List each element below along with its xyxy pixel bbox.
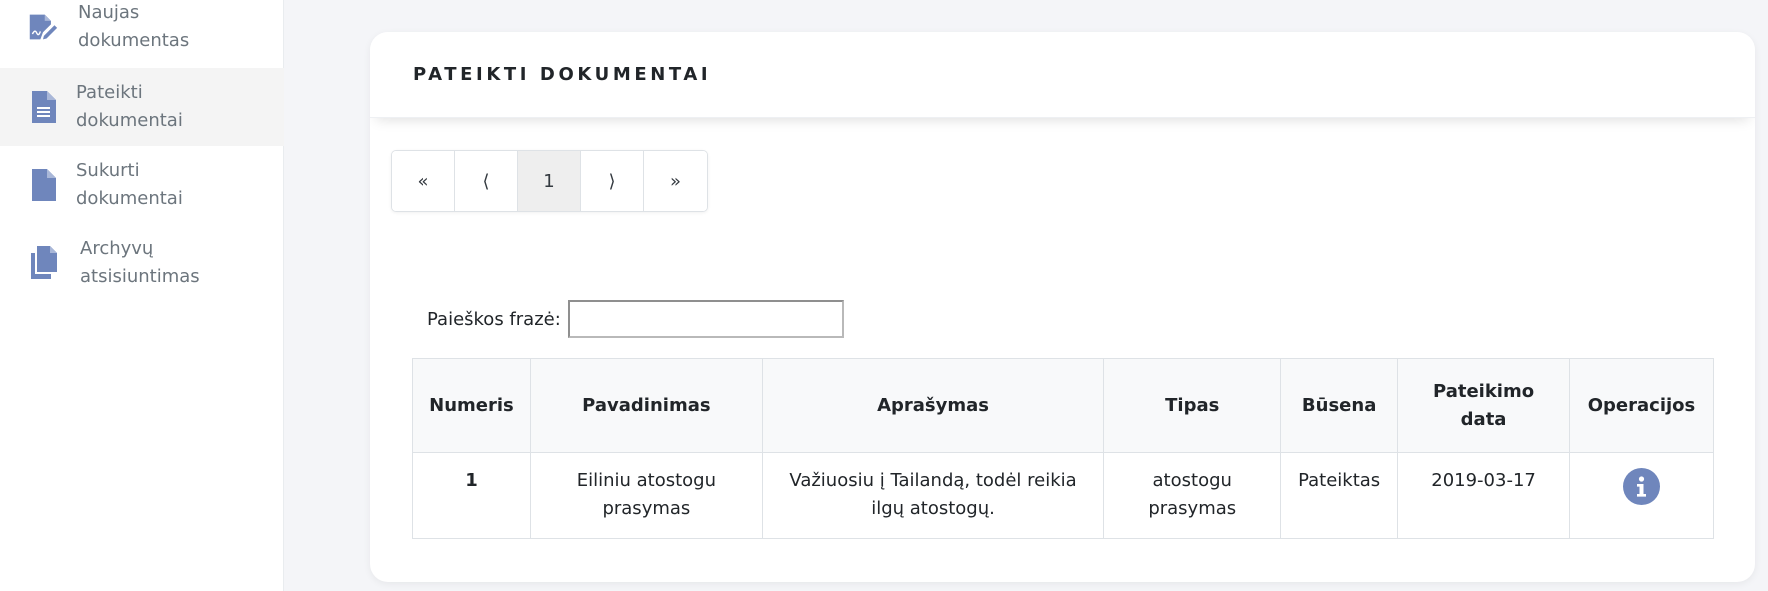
info-icon[interactable] bbox=[1623, 468, 1660, 505]
search-label: Paieškos frazė: bbox=[427, 308, 561, 330]
table-header-row: Numeris Pavadinimas Aprašymas Tipas Būse… bbox=[412, 358, 1714, 453]
card-header: PATEIKTI DOKUMENTAI bbox=[370, 32, 1755, 118]
first-page-button[interactable]: « bbox=[392, 151, 455, 211]
copy-documents-icon bbox=[29, 246, 59, 280]
submitted-documents-card: PATEIKTI DOKUMENTAI « ⟨ 1 ⟩ » Paieškos f… bbox=[370, 32, 1755, 582]
sidebar-item-submitted-documents[interactable]: Pateikti dokumentai bbox=[0, 68, 284, 146]
column-header-status[interactable]: Būsena bbox=[1280, 358, 1399, 453]
last-page-button[interactable]: » bbox=[644, 151, 707, 211]
prev-page-button[interactable]: ⟨ bbox=[455, 151, 518, 211]
pagination: « ⟨ 1 ⟩ » bbox=[391, 150, 708, 212]
sidebar-item-label: Sukurti dokumentai bbox=[76, 160, 183, 209]
edit-document-icon bbox=[28, 10, 58, 44]
document-lines-icon bbox=[29, 90, 59, 124]
next-page-button[interactable]: ⟩ bbox=[581, 151, 644, 211]
sidebar-item-created-documents[interactable]: Sukurti dokumentai bbox=[0, 146, 284, 224]
cell-operations bbox=[1569, 452, 1714, 539]
cell-type: atostogu prasymas bbox=[1103, 452, 1282, 539]
cell-date: 2019-03-17 bbox=[1397, 452, 1570, 539]
column-header-number[interactable]: Numeris bbox=[412, 358, 531, 453]
cell-description: Važiuosiu į Tailandą, todėl reikia ilgų … bbox=[761, 452, 1105, 539]
current-page-button[interactable]: 1 bbox=[518, 151, 581, 211]
column-header-description[interactable]: Aprašymas bbox=[761, 358, 1105, 453]
sidebar-item-label: Archyvų atsisiuntimas bbox=[80, 238, 200, 287]
sidebar-item-archive-download[interactable]: Archyvų atsisiuntimas bbox=[0, 224, 284, 302]
column-header-type[interactable]: Tipas bbox=[1103, 358, 1282, 453]
documents-table: Numeris Pavadinimas Aprašymas Tipas Būse… bbox=[412, 358, 1714, 539]
cell-name: Eiliniu atostogu prasymas bbox=[529, 452, 763, 539]
column-header-name[interactable]: Pavadinimas bbox=[529, 358, 763, 453]
sidebar-item-label: Naujas dokumentas bbox=[78, 2, 190, 51]
cell-number: 1 bbox=[412, 452, 531, 539]
sidebar: Naujas dokumentas Pateikti dokumentai Su… bbox=[0, 0, 284, 591]
cell-status: Pateiktas bbox=[1280, 452, 1399, 539]
search-input[interactable] bbox=[567, 300, 844, 338]
page-title: PATEIKTI DOKUMENTAI bbox=[413, 64, 712, 85]
column-header-date[interactable]: Pateikimo data bbox=[1397, 358, 1570, 453]
sidebar-item-new-document[interactable]: Naujas dokumentas bbox=[0, 0, 284, 66]
sidebar-item-label: Pateikti dokumentai bbox=[76, 82, 183, 131]
search-bar: Paieškos frazė: bbox=[427, 300, 844, 338]
column-header-operations: Operacijos bbox=[1569, 358, 1714, 453]
table-row: 1 Eiliniu atostogu prasymas Važiuosiu į … bbox=[412, 452, 1714, 539]
document-icon bbox=[29, 168, 59, 202]
